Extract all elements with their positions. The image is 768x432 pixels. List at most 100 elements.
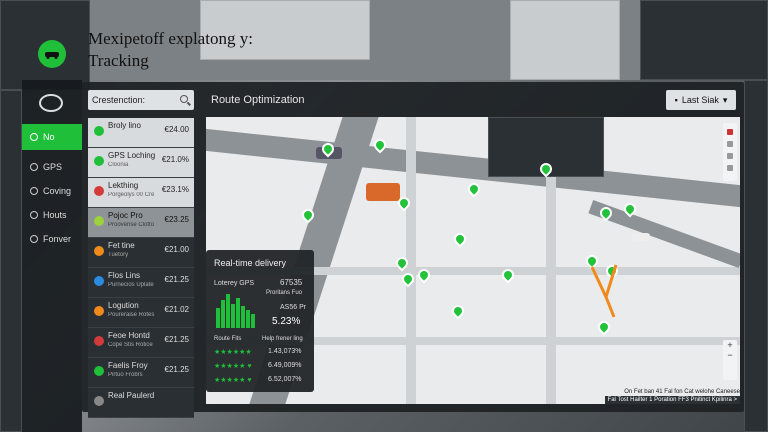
- vehicle-status-icon: [94, 126, 104, 136]
- help-label: Help frener ling: [262, 336, 303, 342]
- vehicle-value: €21.00: [164, 245, 189, 254]
- route-label: Route Fits: [214, 336, 242, 342]
- last-siak-dropdown[interactable]: ▪ Last Siak ▾: [666, 90, 736, 110]
- building: [640, 0, 768, 80]
- vehicle-status-icon: [94, 396, 104, 406]
- delivery-card: Real-time delivery Loterey GPS 67535 Pro…: [206, 250, 314, 392]
- map-layer-controls[interactable]: [723, 123, 737, 181]
- bar: [221, 300, 225, 328]
- list-item[interactable]: Logution Poureraise Rotes €21.02: [88, 298, 194, 328]
- gps-icon: [30, 163, 38, 171]
- vehicle-marker[interactable]: [366, 183, 400, 201]
- status-line2[interactable]: Fal Tost Hailter 1 Poration FF3 Pnitinct…: [604, 396, 740, 404]
- app-logo-icon: [38, 40, 66, 68]
- zoom-in-icon[interactable]: +: [723, 340, 737, 350]
- menu-icon[interactable]: [39, 94, 63, 112]
- vehicle-status-icon: [94, 276, 104, 286]
- gps-value: 67535: [280, 278, 303, 287]
- rail-item-coving[interactable]: Coving: [22, 178, 82, 204]
- vehicle-value: €23.25: [164, 215, 189, 224]
- vehicle-status-icon: [94, 186, 104, 196]
- building: [510, 0, 620, 80]
- list-item[interactable]: Real Paulerd: [88, 388, 194, 418]
- rating-value: 6.49,009%: [268, 362, 302, 369]
- list-item[interactable]: Fet tine Tuetory €21.00: [88, 238, 194, 268]
- bar: [246, 310, 250, 328]
- last-siak-label: Last Siak: [681, 95, 719, 105]
- vehicle-status-icon: [94, 216, 104, 226]
- rating-stars: ★★★★★ ♥: [214, 377, 252, 384]
- bar: [251, 314, 255, 328]
- building: [0, 90, 22, 432]
- building: [744, 80, 768, 432]
- search-icon[interactable]: [180, 95, 188, 103]
- vehicle-list: Broly lino €24.00 GPS Loching Cloonia €21.0%…: [88, 118, 194, 418]
- chevron-down-icon: ▾: [722, 94, 728, 105]
- list-item[interactable]: GPS Loching Cloonia €21.0%: [88, 148, 194, 178]
- pin-icon: ▪: [674, 95, 678, 105]
- route-path: [590, 264, 618, 318]
- vehicle-marker[interactable]: [632, 233, 650, 241]
- rail-item-gps[interactable]: GPS: [22, 154, 82, 180]
- dashboard-icon: [30, 133, 38, 141]
- rate-label: AS56 Pr: [280, 304, 307, 311]
- hours-icon: [30, 211, 38, 219]
- rail-item-label: Fonver: [43, 234, 72, 244]
- bar: [236, 298, 240, 328]
- search-input[interactable]: [92, 95, 176, 105]
- rating-value: 1.43,073%: [268, 348, 302, 355]
- rail-item-label: Houts: [43, 210, 67, 220]
- list-item[interactable]: Pojoc Pro Proovense Clotto €23.25: [88, 208, 194, 238]
- search-box[interactable]: [88, 90, 194, 110]
- rail-item-label: No: [43, 132, 55, 142]
- status-strip: On Fet ban 41 Fal fon Cat welohe Caneese…: [576, 388, 740, 404]
- list-item[interactable]: Feoe Hontd Cope Stis Rotice €21.25: [88, 328, 194, 358]
- layer-icon[interactable]: [727, 141, 733, 147]
- rail-item-houts[interactable]: Houts: [22, 202, 82, 228]
- layer-icon[interactable]: [727, 165, 733, 171]
- list-item[interactable]: Broly lino €24.00: [88, 118, 194, 148]
- layer-icon[interactable]: [727, 153, 733, 159]
- layer-icon[interactable]: [727, 129, 733, 135]
- vehicle-status-icon: [94, 246, 104, 256]
- vehicle-status-icon: [94, 366, 104, 376]
- rating-stars: ★★★★★★: [214, 349, 252, 356]
- delivery-title: Real-time delivery: [214, 258, 287, 268]
- vehicle-status-icon: [94, 156, 104, 166]
- sub-label: Proritans Fuo: [266, 290, 303, 296]
- rail-item-label: GPS: [43, 162, 63, 172]
- rating-value: 6.52,007%: [268, 376, 302, 383]
- rate-value: 5.23%: [272, 316, 301, 327]
- rail-item-label: Coving: [43, 186, 72, 196]
- location-pin-icon[interactable]: [451, 230, 469, 248]
- app-title-line1: Mexipetoff explatong y:: [88, 29, 253, 48]
- bar: [216, 308, 220, 328]
- vehicle-value: €21.25: [164, 365, 189, 374]
- rating-stars: ★★★★★ ♥: [214, 363, 252, 370]
- vehicle-value: €21.0%: [161, 155, 189, 164]
- app-title-line2: Tracking: [88, 51, 149, 70]
- delivery-bar-chart: [216, 294, 262, 328]
- zoom-controls[interactable]: + −: [723, 340, 737, 380]
- vehicle-value: €21.25: [164, 335, 189, 344]
- vehicle-value: €21.02: [164, 305, 189, 314]
- location-pin-icon[interactable]: [465, 180, 483, 198]
- gps-label: Loterey GPS: [214, 280, 255, 287]
- bar: [241, 306, 245, 328]
- bar: [231, 304, 235, 328]
- folder-icon: [30, 235, 38, 243]
- list-item[interactable]: Faelis Froy Pirtuo Frobrs €21.25: [88, 358, 194, 388]
- rail-item-no[interactable]: No: [22, 124, 82, 150]
- list-item[interactable]: Lekthing Porgeolys 00 Cre €23.1%: [88, 178, 194, 208]
- vehicle-name: Real Paulerd: [108, 391, 155, 400]
- zoom-out-icon[interactable]: −: [723, 350, 737, 360]
- rail-item-fonver[interactable]: Fonver: [22, 226, 82, 252]
- left-rail: No GPS Coving Houts Fonver: [22, 80, 82, 432]
- bar: [226, 294, 230, 328]
- vehicle-value: €21.25: [164, 275, 189, 284]
- location-pin-icon[interactable]: [449, 302, 467, 320]
- status-line1: On Fet ban 41 Fal fon Cat welohe Caneese: [624, 389, 740, 395]
- vehicle-status-icon: [94, 306, 104, 316]
- vehicle-value: €23.1%: [161, 185, 189, 194]
- list-item[interactable]: Flos Lins Purnecios Uplate €21.25: [88, 268, 194, 298]
